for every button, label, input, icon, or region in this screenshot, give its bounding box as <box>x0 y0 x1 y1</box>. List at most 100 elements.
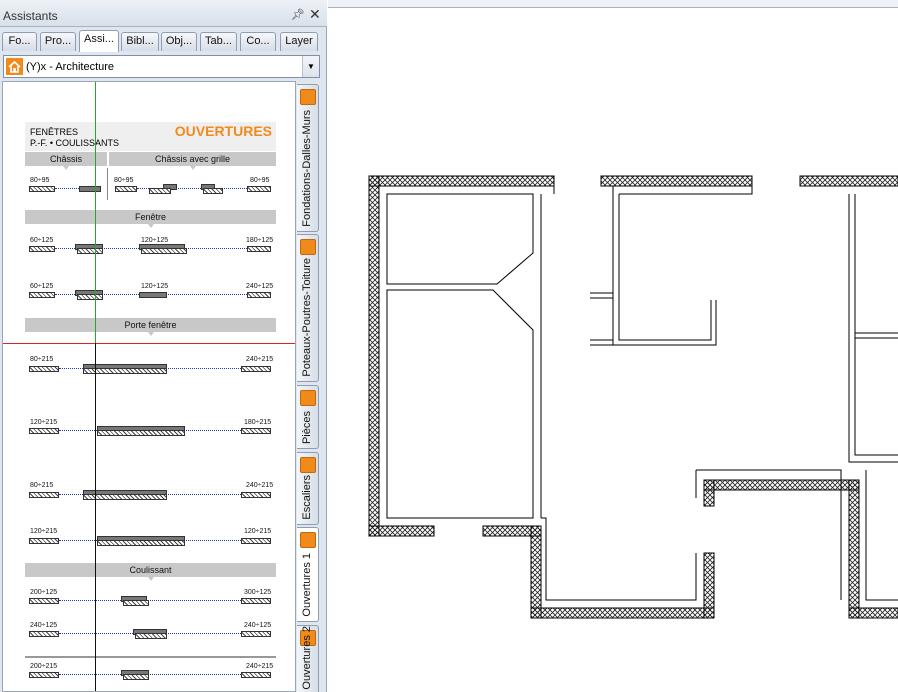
window-symbol[interactable] <box>241 672 271 678</box>
assistant-sheet[interactable]: FENÊTRES P.-F. • COULISSANTS OUVERTURES … <box>2 81 296 692</box>
tab-tab[interactable]: Tab... <box>200 32 237 51</box>
wall-line <box>59 674 241 675</box>
crosshair-horizontal <box>3 343 295 344</box>
dim-label: 80÷215 <box>30 482 54 489</box>
sheet-subtitle-1: FENÊTRES <box>30 127 79 137</box>
dim-label: 240÷125 <box>246 283 274 290</box>
assistant-combo[interactable]: (Y)x - Architecture ▼ <box>3 55 320 78</box>
dim-label: 60÷125 <box>30 283 54 290</box>
side-tab-label: Pièces <box>301 410 313 444</box>
interior-walls <box>386 186 898 601</box>
window-symbol[interactable] <box>29 631 59 637</box>
side-tab-label: Escaliers <box>301 475 313 520</box>
dim-label: 120÷215 <box>244 528 272 535</box>
window-symbol[interactable] <box>247 186 271 192</box>
room-icon <box>300 390 316 406</box>
sheet-brand: OUVERTURES <box>174 123 272 139</box>
dim-label: 120÷125 <box>141 237 169 244</box>
side-tab-fondations[interactable]: Fondations-Dalles-Murs <box>297 84 319 232</box>
window-symbol[interactable] <box>149 188 171 194</box>
wall-line <box>59 600 241 601</box>
window-symbol[interactable] <box>241 428 271 434</box>
section-coulissant: Coulissant <box>25 563 276 581</box>
dim-label: 120÷125 <box>141 283 169 290</box>
tab-layer[interactable]: Layer <box>280 32 318 51</box>
tab-bibl[interactable]: Bibl... <box>121 32 159 51</box>
window-symbol[interactable] <box>29 598 59 604</box>
side-tab-escaliers[interactable]: Escaliers <box>297 452 319 525</box>
panel-tabs: Fo... Pro... Assi... Bibl... Obj... Tab.… <box>0 30 327 52</box>
side-tab-ouvertures-1[interactable]: Ouvertures 1 <box>297 527 319 622</box>
tab-obj[interactable]: Obj... <box>161 32 197 51</box>
wall-line <box>55 188 79 189</box>
window-symbol[interactable] <box>29 246 55 252</box>
close-icon[interactable]: ✕ <box>309 6 321 23</box>
window-symbol[interactable] <box>241 366 271 372</box>
door-window-symbol[interactable] <box>97 430 185 436</box>
window-symbol[interactable] <box>29 428 59 434</box>
window-symbol[interactable] <box>29 186 55 192</box>
tab-pro[interactable]: Pro... <box>40 32 76 51</box>
dim-label: 240÷215 <box>246 356 274 363</box>
window-symbol[interactable] <box>241 538 271 544</box>
home-icon <box>6 58 23 75</box>
exterior-walls <box>368 175 898 619</box>
window-symbol[interactable] <box>139 292 167 298</box>
roof-icon <box>300 239 316 255</box>
window-symbol[interactable] <box>241 492 271 498</box>
dim-label: 200÷215 <box>30 663 58 670</box>
panel-titlebar: Assistants 📌︎ ✕ <box>0 0 327 27</box>
window-symbol[interactable] <box>141 248 187 254</box>
window-symbol[interactable] <box>247 292 271 298</box>
divider <box>25 656 276 658</box>
dim-label: 80÷95 <box>114 177 134 184</box>
foundation-icon <box>300 89 316 105</box>
window-symbol[interactable] <box>79 186 101 192</box>
window-symbol[interactable] <box>241 598 271 604</box>
sheet-subtitle-2: P.-F. • COULISSANTS <box>30 138 120 148</box>
window-symbol[interactable] <box>77 294 103 300</box>
side-tab-poteaux[interactable]: Poteaux-Poutres-Toiture <box>297 234 319 382</box>
dim-label: 300÷125 <box>244 589 272 596</box>
sliding-symbol[interactable] <box>135 633 167 639</box>
side-tab-label: Ouvertures 1 <box>301 553 313 617</box>
window-symbol[interactable] <box>247 246 271 252</box>
window-symbol[interactable] <box>29 492 59 498</box>
window-symbol[interactable] <box>241 631 271 637</box>
side-tab-ouvertures-2[interactable]: Ouvertures 2 <box>297 625 319 692</box>
window-symbol[interactable] <box>77 248 103 254</box>
dim-label: 80÷95 <box>250 177 270 184</box>
window-symbol[interactable] <box>29 292 55 298</box>
opening-icon <box>300 532 316 548</box>
tab-co[interactable]: Co... <box>240 32 276 51</box>
door-window-symbol[interactable] <box>97 540 185 546</box>
dim-label: 80÷215 <box>30 356 54 363</box>
window-symbol[interactable] <box>29 366 59 372</box>
sliding-symbol[interactable] <box>123 674 149 680</box>
dim-label: 120÷215 <box>30 528 58 535</box>
section-chassis-grille: Châssis avec grille <box>109 152 276 170</box>
sheet-header: FENÊTRES P.-F. • COULISSANTS OUVERTURES <box>25 122 276 151</box>
side-tab-label: Ouvertures 2 <box>301 626 313 690</box>
side-tab-pieces[interactable]: Pièces <box>297 385 319 449</box>
window-symbol[interactable] <box>115 186 137 192</box>
window-symbol[interactable] <box>203 188 223 194</box>
window-symbol[interactable] <box>29 538 59 544</box>
tab-assi[interactable]: Assi... <box>79 30 119 52</box>
window-symbol[interactable] <box>29 672 59 678</box>
chevron-down-icon[interactable]: ▼ <box>302 56 319 77</box>
dim-label: 180÷215 <box>244 419 272 426</box>
section-porte-fenetre: Porte fenêtre <box>25 318 276 336</box>
dim-label: 200÷125 <box>30 589 58 596</box>
assistants-panel: Assistants 📌︎ ✕ Fo... Pro... Assi... Bib… <box>0 0 327 692</box>
pin-icon[interactable]: 📌︎ <box>291 8 305 21</box>
sliding-symbol[interactable] <box>123 600 149 606</box>
crosshair-vertical <box>95 343 96 691</box>
tab-fo[interactable]: Fo... <box>2 32 37 51</box>
drawing-top-strip <box>328 0 898 8</box>
stairs-icon <box>300 457 316 473</box>
dim-label: 80÷95 <box>30 177 50 184</box>
combo-value: (Y)x - Architecture <box>26 61 115 73</box>
floor-plan-canvas[interactable] <box>329 9 898 692</box>
dim-label: 240÷215 <box>246 482 274 489</box>
